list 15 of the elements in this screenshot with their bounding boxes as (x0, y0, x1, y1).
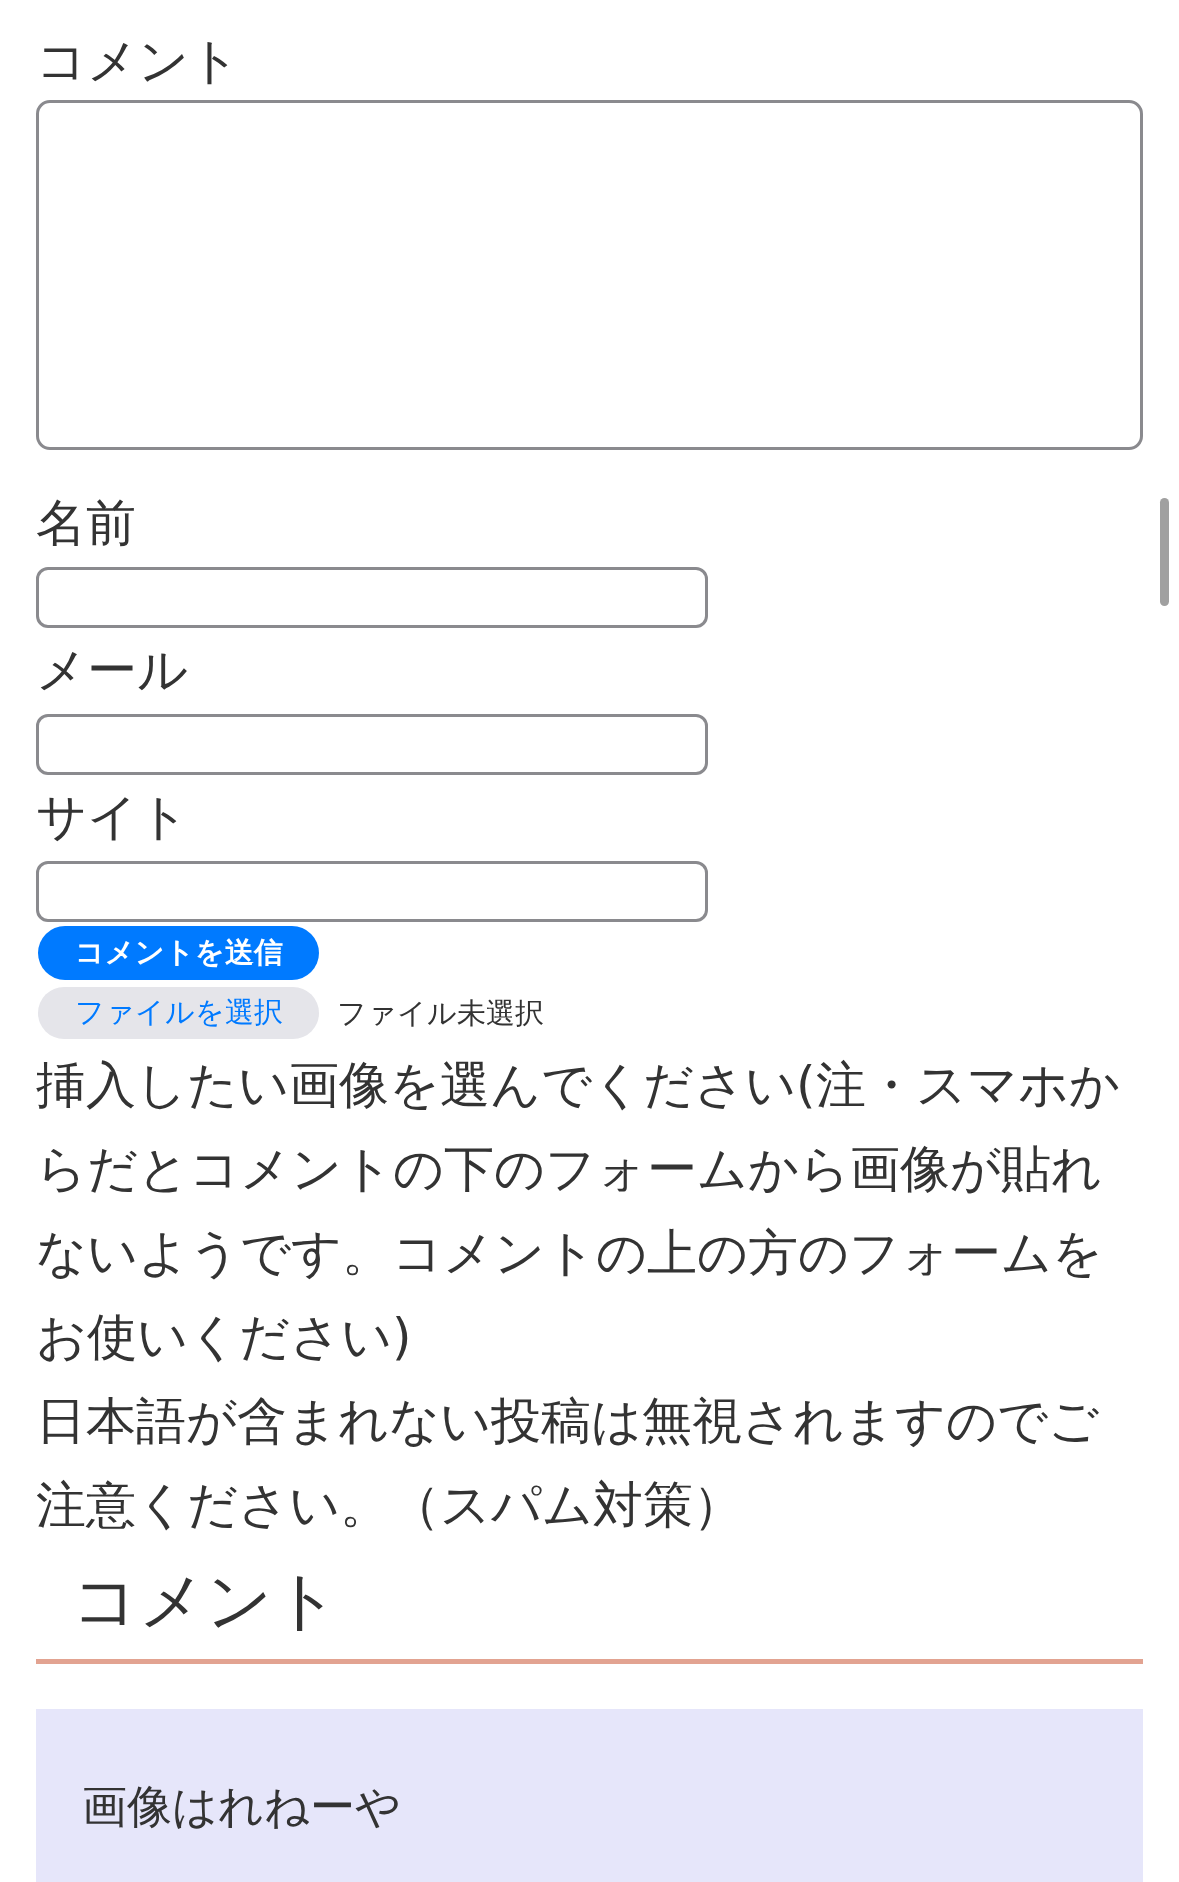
input-field[interactable] (36, 567, 708, 628)
input-field[interactable] (36, 714, 708, 775)
note-text: 日本語が含まれない投稿は無視されますのでご注意ください。（スパム対策） (36, 1391, 1100, 1536)
field-label: コメント (36, 31, 240, 92)
field-label: メール (36, 640, 188, 701)
field-label: 名前 (36, 493, 136, 554)
file-select-button[interactable]: ファイルを選択 (38, 987, 319, 1039)
file-status-text: ファイル未選択 (337, 995, 544, 1032)
submit-button[interactable]: コメントを送信 (38, 926, 319, 980)
comment-text: 画像はれねーや (82, 1779, 401, 1835)
field-label: サイト (36, 787, 189, 848)
note-text: 挿入したい画像を選んでください(注・スマホからだとコメントの下のフォームから画像が貼れないようです。コメントの上の方のフォームをお使いください) (36, 1055, 1121, 1368)
section-heading: コメント (72, 1562, 340, 1640)
input-field[interactable] (36, 861, 708, 922)
textarea-field[interactable] (36, 100, 1143, 450)
